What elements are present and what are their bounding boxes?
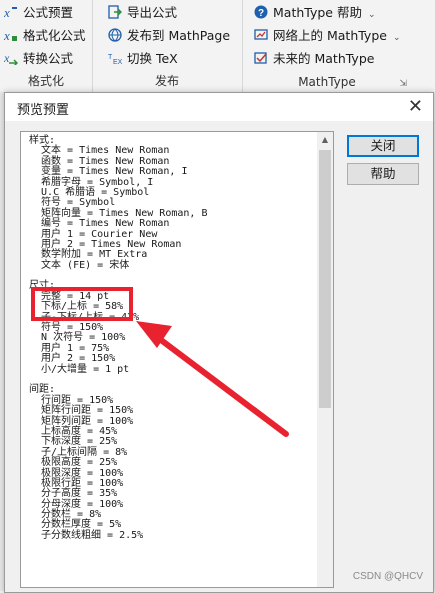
annotation-arrow (136, 321, 289, 437)
watermark-text: CSDN @QHCV (352, 571, 423, 582)
